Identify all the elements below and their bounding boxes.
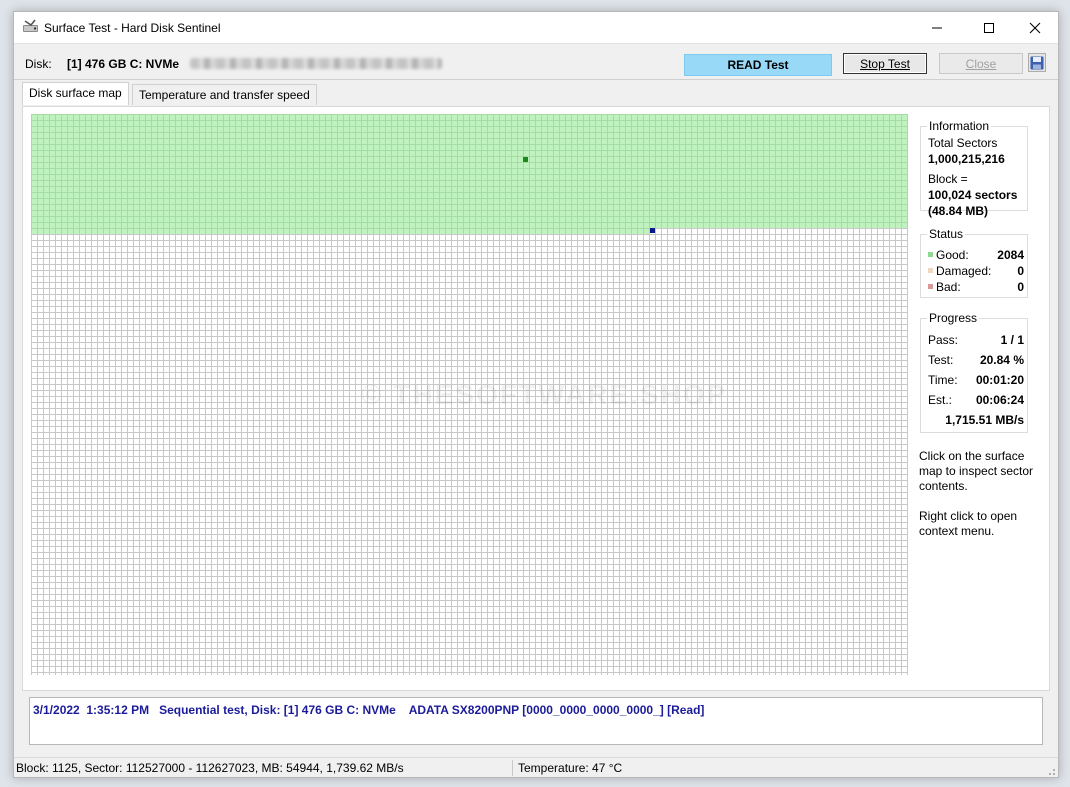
minimize-button[interactable]	[914, 12, 960, 43]
status-group: Status Good: 2084 Damaged: 0 Bad: 0	[920, 227, 1028, 298]
progress-time-row: Time: 00:01:20	[928, 373, 1024, 387]
maximize-icon	[984, 22, 994, 33]
pass-label: Pass:	[928, 333, 959, 347]
disk-toolbar: Disk: [1] 476 GB C: NVMe READ Test Stop …	[14, 43, 1058, 80]
close-window-button[interactable]	[1012, 12, 1058, 43]
status-damaged-row: Damaged: 0	[928, 264, 1024, 278]
disk-value: [1] 476 GB C: NVMe	[67, 57, 180, 71]
window-title: Surface Test - Hard Disk Sentinel	[44, 21, 221, 35]
time-label: Time:	[928, 373, 958, 387]
inspected-block-marker	[523, 157, 528, 162]
block-mb-value: (48.84 MB)	[928, 204, 989, 218]
progress-title: Progress	[927, 311, 980, 325]
progress-est-row: Est.: 00:06:24	[928, 393, 1024, 407]
bad-color-swatch	[928, 284, 933, 290]
test-label: Test:	[928, 353, 954, 367]
help-text-context-menu: Right click to open context menu.	[919, 509, 1018, 538]
good-label: Good:	[936, 248, 969, 262]
toolbar-divider	[14, 79, 1058, 80]
damaged-color-swatch	[928, 268, 933, 274]
status-good-row: Good: 2084	[928, 248, 1024, 262]
status-separator	[512, 760, 513, 776]
surface-test-window: Surface Test - Hard Disk Sentinel Disk: …	[13, 11, 1059, 778]
close-button[interactable]: Close	[939, 53, 1023, 74]
tab-temperature-transfer-speed[interactable]: Temperature and transfer speed	[132, 84, 317, 105]
status-title: Status	[927, 227, 966, 241]
disk-label: Disk:	[25, 57, 52, 71]
current-block-marker	[650, 228, 655, 233]
damaged-value: 0	[1017, 264, 1024, 278]
save-button[interactable]	[1028, 53, 1046, 72]
close-icon	[1029, 22, 1041, 33]
event-log[interactable]: 3/1/2022 1:35:12 PM Sequential test, Dis…	[29, 697, 1043, 745]
good-blocks	[31, 114, 908, 228]
temperature-status: Temperature: 47 °C	[518, 761, 623, 775]
information-group: Information Total Sectors 1,000,215,216 …	[920, 119, 1028, 218]
maximize-button[interactable]	[966, 12, 1012, 43]
progress-pass-row: Pass: 1 / 1	[928, 333, 1024, 347]
block-label: Block =	[928, 172, 968, 186]
progress-group: Progress Pass: 1 / 1 Test: 20.84 % Time:…	[920, 311, 1028, 433]
progress-test-row: Test: 20.84 %	[928, 353, 1024, 367]
bad-value: 0	[1017, 280, 1024, 294]
help-text-inspect: Click on the surface map to inspect sect…	[919, 449, 1034, 493]
block-sectors-value: 100,024 sectors	[928, 188, 1018, 202]
time-value: 00:01:20	[975, 373, 1024, 387]
tab-disk-surface-map[interactable]: Disk surface map	[22, 82, 129, 105]
hdd-sentinel-icon	[22, 19, 40, 35]
damaged-label: Damaged:	[936, 264, 992, 278]
minimize-icon	[932, 27, 942, 28]
good-color-swatch	[928, 252, 933, 258]
block-info-status: Block: 1125, Sector: 112527000 - 1126270…	[16, 761, 404, 775]
progress-speed-row: 1,715.51 MB/s	[928, 413, 1024, 427]
status-bar: Block: 1125, Sector: 112527000 - 1126270…	[14, 757, 1058, 777]
total-sectors-label: Total Sectors	[928, 136, 998, 150]
test-mode-indicator: READ Test	[684, 54, 832, 76]
good-blocks-current-row	[31, 228, 650, 234]
watermark: © THESOFTWARE.SHOP	[361, 379, 728, 410]
stop-test-button[interactable]: Stop Test	[843, 53, 927, 74]
surface-map[interactable]: © THESOFTWARE.SHOP	[31, 114, 908, 675]
bad-label: Bad:	[936, 280, 961, 294]
good-value: 2084	[997, 248, 1024, 262]
speed-value: 1,715.51 MB/s	[945, 413, 1024, 427]
est-value: 00:06:24	[975, 393, 1024, 407]
status-bad-row: Bad: 0	[928, 280, 1024, 294]
pass-value: 1 / 1	[1000, 333, 1024, 347]
test-percent-value: 20.84 %	[979, 353, 1024, 367]
floppy-disk-icon	[1030, 56, 1044, 69]
information-title: Information	[927, 119, 992, 133]
log-entry: 3/1/2022 1:35:12 PM Sequential test, Dis…	[33, 703, 705, 717]
title-bar: Surface Test - Hard Disk Sentinel	[14, 12, 1058, 43]
total-sectors-value: 1,000,215,216	[928, 152, 1005, 166]
disk-model-redacted	[190, 58, 442, 69]
resize-grip-icon[interactable]	[1046, 766, 1056, 776]
surface-map-panel: © THESOFTWARE.SHOP Information Total Sec…	[22, 106, 1050, 691]
est-label: Est.:	[928, 393, 953, 407]
